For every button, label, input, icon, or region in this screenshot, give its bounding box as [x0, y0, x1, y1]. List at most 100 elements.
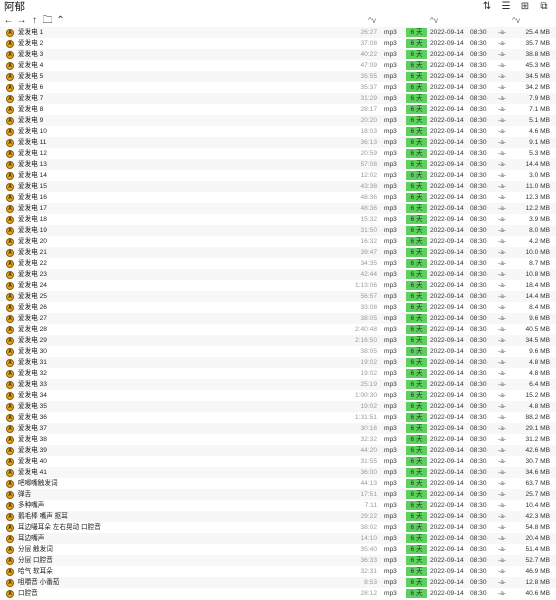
file-time: 08:30 [470, 315, 487, 322]
file-duration: 39:47 [360, 249, 377, 256]
sort-icon[interactable]: ⇅ [481, 1, 493, 13]
file-row[interactable]: A 爱发电 18 15:32 mp3 6 天 2022-09-14 08:30 -a- 3.9 … [0, 214, 556, 225]
file-row[interactable]: A 耳边嘬耳朵 左右晃动 口腔音 38:02 mp3 6 天 2022-09-14 08:3… [0, 522, 556, 533]
sort-size-icon[interactable]: ^ v [512, 15, 520, 27]
file-row[interactable]: A 爱发电 20 16:32 mp3 6 天 2022-09-14 08:30 -a- 4.2 … [0, 236, 556, 247]
file-type: mp3 [384, 205, 397, 212]
file-attributes: -a- [498, 95, 507, 102]
file-row[interactable]: A 爱发电 35 19:02 mp3 6 天 2022-09-14 08:30 -a- 4.8 … [0, 401, 556, 412]
up-icon[interactable]: ↑ [29, 15, 40, 27]
file-row[interactable]: A 爱发电 31 19:02 mp3 6 天 2022-09-14 08:30 -a- 4.8 … [0, 357, 556, 368]
file-age-badge: 6 天 [406, 457, 427, 466]
file-row[interactable]: A 爱发电 41 36:00 mp3 6 天 2022-09-14 08:30 -a- 34.6… [0, 467, 556, 478]
file-row[interactable]: A 爱发电 25 56:57 mp3 6 天 2022-09-14 08:30 -a- 14.4… [0, 291, 556, 302]
forward-icon[interactable]: → [16, 15, 27, 27]
file-row[interactable]: A 爱发电 9 20:20 mp3 6 天 2022-09-14 08:30 -a- 5.1 M… [0, 115, 556, 126]
file-row[interactable]: A 爱发电 14 12:02 mp3 6 天 2022-09-14 08:30 -a- 3.0 … [0, 170, 556, 181]
file-row[interactable]: A 爱发电 27 38:05 mp3 6 天 2022-09-14 08:30 -a- 9.6 … [0, 313, 556, 324]
file-row[interactable]: A 爱发电 10 18:03 mp3 6 天 2022-09-14 08:30 -a- 4.6 … [0, 126, 556, 137]
file-row[interactable]: A 咀嚼音 小番茄 8:53 mp3 6 天 2022-09-14 08:30 -a- 12.8… [0, 577, 556, 588]
file-row[interactable]: A 爱发电 12 20:59 mp3 6 天 2022-09-14 08:30 -a- 5.3 … [0, 148, 556, 159]
file-size: 10.4 MB [525, 502, 550, 509]
file-row[interactable]: A 爱发电 3 40:22 mp3 6 天 2022-09-14 08:30 -a- 38.8 … [0, 49, 556, 60]
list-view-icon[interactable]: ☰ [500, 1, 512, 13]
file-row[interactable]: A 鹅毛棒 嘴声 抠耳 29:22 mp3 6 天 2022-09-14 08:30 -a- 4… [0, 511, 556, 522]
file-row[interactable]: A 爱发电 6 35:37 mp3 6 天 2022-09-14 08:30 -a- 34.2 … [0, 82, 556, 93]
file-row[interactable]: A 爱发电 24 1:13:06 mp3 6 天 2022-09-14 08:30 -a- 18… [0, 280, 556, 291]
file-type: mp3 [384, 469, 397, 476]
file-row[interactable]: A 爱发电 4 47:09 mp3 6 天 2022-09-14 08:30 -a- 45.3 … [0, 60, 556, 71]
file-type: mp3 [384, 590, 397, 597]
file-row[interactable]: A 爱发电 7 31:29 mp3 6 天 2022-09-14 08:30 -a- 7.9 M… [0, 93, 556, 104]
file-row[interactable]: A 吧唧嘴触发词 44:13 mp3 6 天 2022-09-14 08:30 -a- 63.7… [0, 478, 556, 489]
file-row[interactable]: A 爱发电 29 2:16:50 mp3 6 天 2022-09-14 08:30 -a- 34… [0, 335, 556, 346]
audio-file-icon: A [6, 116, 14, 125]
file-row[interactable]: A 爱发电 37 30:16 mp3 6 天 2022-09-14 08:30 -a- 29.1… [0, 423, 556, 434]
file-type: mp3 [384, 260, 397, 267]
file-time: 08:30 [470, 524, 487, 531]
file-row[interactable]: A 爱发电 21 39:47 mp3 6 天 2022-09-14 08:30 -a- 10.0… [0, 247, 556, 258]
file-row[interactable]: A 爱发电 36 1:31:51 mp3 6 天 2022-09-14 08:30 -a- 88… [0, 412, 556, 423]
file-age-badge: 6 天 [406, 314, 427, 323]
file-date: 2022-09-14 [430, 161, 464, 168]
file-duration: 32:31 [360, 568, 377, 575]
copy-icon[interactable]: ⧉ [538, 1, 550, 13]
file-row[interactable]: A 爱发电 5 35:55 mp3 6 天 2022-09-14 08:30 -a- 34.5 … [0, 71, 556, 82]
back-icon[interactable]: ← [3, 15, 14, 27]
file-row[interactable]: A 爱发电 33 25:19 mp3 6 天 2022-09-14 08:30 -a- 6.4 … [0, 379, 556, 390]
file-duration: 32:32 [360, 436, 377, 443]
file-name: 分层 口腔音 [18, 557, 53, 564]
file-attributes: -a- [498, 304, 507, 311]
file-time: 08:30 [470, 469, 487, 476]
file-row[interactable]: A 耳边嘴声 14:10 mp3 6 天 2022-09-14 08:30 -a- 20.4 M… [0, 533, 556, 544]
file-row[interactable]: A 弹舌 17:51 mp3 6 天 2022-09-14 08:30 -a- 25.7 MB [0, 489, 556, 500]
add-panel-icon[interactable]: ⊞ [519, 1, 531, 13]
file-row[interactable]: A 爱发电 28 2:40:48 mp3 6 天 2022-09-14 08:30 -a- 40… [0, 324, 556, 335]
file-duration: 28:12 [360, 590, 377, 597]
file-type: mp3 [384, 348, 397, 355]
file-row[interactable]: A 爱发电 39 44:20 mp3 6 天 2022-09-14 08:30 -a- 42.6… [0, 445, 556, 456]
file-type: mp3 [384, 557, 397, 564]
file-attributes: -a- [498, 359, 507, 366]
file-age-badge: 6 天 [406, 501, 427, 510]
file-row[interactable]: A 爱发电 23 42:44 mp3 6 天 2022-09-14 08:30 -a- 10.8… [0, 269, 556, 280]
file-size: 15.2 MB [525, 392, 550, 399]
file-row[interactable]: A 爱发电 34 1:00:30 mp3 6 天 2022-09-14 08:30 -a- 15… [0, 390, 556, 401]
file-row[interactable]: A 爱发电 11 36:13 mp3 6 天 2022-09-14 08:30 -a- 9.1 … [0, 137, 556, 148]
file-row[interactable]: A 爱发电 32 19:02 mp3 6 天 2022-09-14 08:30 -a- 4.8 … [0, 368, 556, 379]
file-row[interactable]: A 爱发电 30 38:05 mp3 6 天 2022-09-14 08:30 -a- 9.6 … [0, 346, 556, 357]
file-row[interactable]: A 爱发电 22 34:35 mp3 6 天 2022-09-14 08:30 -a- 8.7 … [0, 258, 556, 269]
file-size: 34.6 MB [525, 469, 550, 476]
file-row[interactable]: A 爱发电 8 28:17 mp3 6 天 2022-09-14 08:30 -a- 7.1 M… [0, 104, 556, 115]
file-row[interactable]: A 哈气 软耳朵 32:31 mp3 6 天 2022-09-14 08:30 -a- 46.9… [0, 566, 556, 577]
file-age-badge: 6 天 [406, 413, 427, 422]
file-type: mp3 [384, 381, 397, 388]
file-attributes: -a- [498, 73, 507, 80]
file-row[interactable]: A 爱发电 15 43:38 mp3 6 天 2022-09-14 08:30 -a- 11.0… [0, 181, 556, 192]
file-age-badge: 6 天 [406, 292, 427, 301]
file-row[interactable]: A 爱发电 26 33:08 mp3 6 天 2022-09-14 08:30 -a- 8.4 … [0, 302, 556, 313]
file-name: 弹舌 [18, 491, 32, 498]
file-row[interactable]: A 口腔音 28:12 mp3 6 天 2022-09-14 08:30 -a- 40.6 MB [0, 588, 556, 599]
file-date: 2022-09-14 [430, 458, 464, 465]
sort-duration-icon[interactable]: ^ v [368, 15, 376, 27]
file-type: mp3 [384, 304, 397, 311]
file-size: 3.0 MB [529, 172, 550, 179]
file-row[interactable]: A 分层 触发词 35:40 mp3 6 天 2022-09-14 08:30 -a- 51.4… [0, 544, 556, 555]
file-row[interactable]: A 爱发电 16 48:36 mp3 6 天 2022-09-14 08:30 -a- 12.3… [0, 192, 556, 203]
file-row[interactable]: A 爱发电 2 37:08 mp3 6 天 2022-09-14 08:30 -a- 35.7 … [0, 38, 556, 49]
file-row[interactable]: A 爱发电 13 57:08 mp3 6 天 2022-09-14 08:30 -a- 14.4… [0, 159, 556, 170]
file-row[interactable]: A 分层 口腔音 36:33 mp3 6 天 2022-09-14 08:30 -a- 52.7… [0, 555, 556, 566]
file-row[interactable]: A 爱发电 17 48:36 mp3 6 天 2022-09-14 08:30 -a- 12.2… [0, 203, 556, 214]
sort-date-icon[interactable]: ^ v [430, 15, 438, 27]
file-time: 08:30 [470, 260, 487, 267]
file-row[interactable]: A 爱发电 19 31:50 mp3 6 天 2022-09-14 08:30 -a- 8.0 … [0, 225, 556, 236]
file-row[interactable]: A 爱发电 40 31:55 mp3 6 天 2022-09-14 08:30 -a- 30.7… [0, 456, 556, 467]
file-row[interactable]: A 爱发电 38 32:32 mp3 6 天 2022-09-14 08:30 -a- 31.2… [0, 434, 556, 445]
file-type: mp3 [384, 73, 397, 80]
chevron-up-icon[interactable]: ⌃ [55, 15, 66, 27]
file-row[interactable]: A 爱发电 1 26:27 mp3 6 天 2022-09-14 08:30 -a- 25.4 … [0, 27, 556, 38]
file-attributes: -a- [498, 238, 507, 245]
file-row[interactable]: A 多种嘴声 7:11 mp3 6 天 2022-09-14 08:30 -a- 10.4 MB [0, 500, 556, 511]
folder-icon[interactable]: 🗀 [42, 15, 53, 27]
